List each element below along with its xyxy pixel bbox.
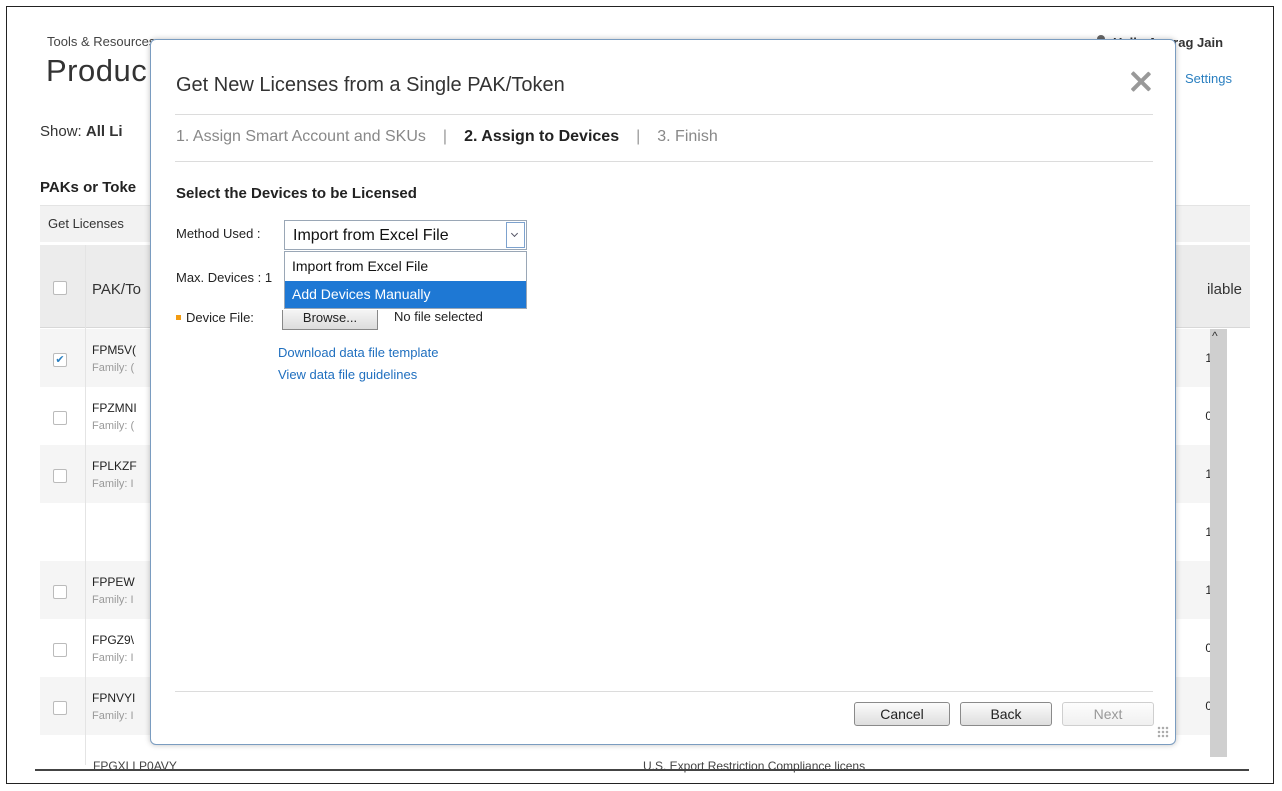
footer-divider: [175, 691, 1153, 692]
license-modal: Get New Licenses from a Single PAK/Token…: [150, 39, 1176, 745]
show-filter[interactable]: Show: All Li: [40, 123, 123, 140]
browse-button[interactable]: Browse...: [282, 310, 378, 330]
row-pak-code: FPZMNI: [92, 401, 137, 415]
get-licenses-menu[interactable]: Get Licenses: [48, 216, 124, 231]
settings-link[interactable]: Settings: [1185, 71, 1232, 86]
step-separator: |: [636, 128, 641, 145]
chevron-down-icon: [510, 229, 519, 238]
row-pak-code: FPGZ9\: [92, 633, 135, 647]
paks-section-title: PAKs or Toke: [40, 179, 137, 196]
row-checkbox[interactable]: [53, 585, 67, 599]
step-separator: |: [442, 128, 448, 145]
column-header-available[interactable]: ilable: [1207, 281, 1242, 298]
row-family: Family: (: [92, 362, 135, 374]
option-add-manually[interactable]: Add Devices Manually: [285, 281, 526, 308]
method-select[interactable]: Import from Excel File: [284, 220, 527, 250]
column-divider: [85, 245, 86, 765]
row-family: Family: I: [92, 478, 134, 490]
row-family: Family: I: [92, 594, 134, 606]
option-import-excel[interactable]: Import from Excel File: [285, 253, 526, 280]
row-checkbox[interactable]: ✔: [53, 353, 67, 367]
row-family: Family: I: [92, 652, 134, 664]
row-checkbox[interactable]: [53, 643, 67, 657]
step-3: 3. Finish: [657, 128, 718, 145]
step-2-active: 2. Assign to Devices: [464, 128, 620, 145]
breadcrumb[interactable]: Tools & Resources: [47, 34, 155, 49]
required-marker-icon: [176, 315, 181, 320]
method-select-value: Import from Excel File: [293, 227, 449, 244]
row-checkbox[interactable]: [53, 411, 67, 425]
show-value: All Li: [85, 123, 123, 140]
download-template-link[interactable]: Download data file template: [278, 345, 438, 360]
method-dropdown-list: Import from Excel File Add Devices Manua…: [284, 251, 527, 309]
method-used-label: Method Used :: [176, 226, 261, 241]
show-label: Show:: [40, 123, 82, 140]
steps-divider: [175, 161, 1153, 162]
dropdown-button[interactable]: [506, 222, 525, 248]
select-all-checkbox[interactable]: [53, 281, 67, 295]
window-frame: Tools & Resources Produc Hello Anurag Ja…: [6, 6, 1274, 784]
resize-grip-icon[interactable]: [1157, 726, 1169, 738]
row-pak-code: FPLKZF: [92, 459, 137, 473]
modal-title: Get New Licenses from a Single PAK/Token: [176, 74, 565, 96]
section-title: Select the Devices to be Licensed: [176, 185, 417, 202]
row-family: Family: (: [92, 420, 135, 432]
row-pak-code: FPPEW: [92, 575, 135, 589]
row-checkbox[interactable]: [53, 701, 67, 715]
device-file-label: Device File:: [176, 310, 254, 325]
row-pak-code: FPNVYI: [92, 691, 136, 705]
back-button[interactable]: Back: [960, 702, 1052, 726]
wizard-steps: 1. Assign Smart Account and SKUs | 2. Assi…: [176, 128, 718, 146]
step-1: 1. Assign Smart Account and SKUs: [176, 128, 426, 145]
row-family: Family: I: [92, 710, 134, 722]
device-file-text: Device File:: [186, 310, 254, 325]
vertical-scrollbar[interactable]: [1210, 329, 1227, 757]
max-devices-label: Max. Devices : 1: [176, 270, 273, 285]
row-checkbox[interactable]: [53, 469, 67, 483]
scroll-up-icon[interactable]: ^: [1212, 329, 1218, 343]
view-guidelines-link[interactable]: View data file guidelines: [278, 367, 417, 382]
page-title: Produc: [46, 53, 148, 88]
no-file-selected-text: No file selected: [394, 309, 483, 324]
cancel-button[interactable]: Cancel: [854, 702, 950, 726]
bottom-divider: [35, 769, 1249, 771]
next-button[interactable]: Next: [1062, 702, 1154, 726]
column-header-pak[interactable]: PAK/To: [92, 281, 141, 298]
row-pak-code: FPM5V(: [92, 343, 137, 357]
title-divider: [175, 114, 1153, 115]
close-icon[interactable]: [1127, 68, 1153, 94]
